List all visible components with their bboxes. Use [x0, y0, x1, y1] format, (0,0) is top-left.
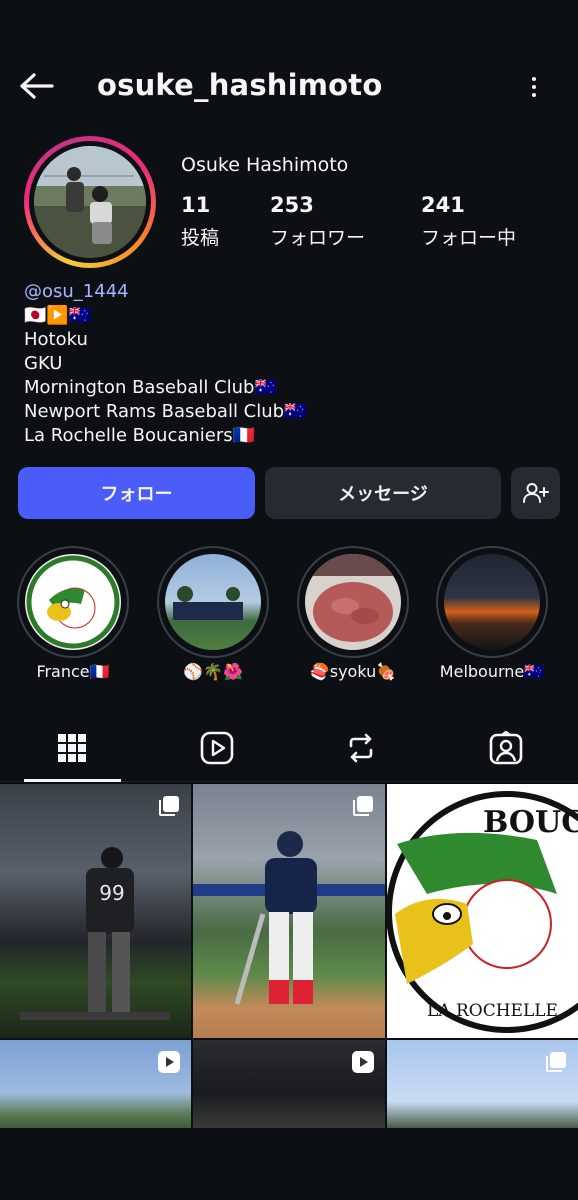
- post-thumbnail[interactable]: [193, 784, 385, 1038]
- stat-followers-count: 253: [270, 193, 314, 217]
- more-options-icon[interactable]: [524, 72, 544, 102]
- stat-followers[interactable]: 253 フォロワー: [270, 193, 365, 250]
- carousel-icon: [353, 796, 373, 816]
- highlight-baseball[interactable]: [157, 546, 269, 658]
- stat-following[interactable]: 241 フォロー中: [421, 193, 516, 250]
- highlight-france[interactable]: [17, 546, 129, 658]
- stat-following-count: 241: [421, 193, 465, 217]
- profile-bio: @osu_1444 🇯🇵▶️🇦🇺 Hotoku GKU Mornington B…: [24, 280, 306, 448]
- highlight-melbourne[interactable]: [436, 546, 548, 658]
- highlight-label: 🍣syoku🍖: [309, 662, 397, 681]
- reels-badge-icon: [158, 1051, 180, 1073]
- grid-icon: [58, 734, 86, 762]
- highlight-food-cover: [305, 554, 401, 650]
- reels-icon: [200, 731, 234, 765]
- logo-bottom-text: LA ROCHELLE: [427, 1001, 558, 1021]
- message-button[interactable]: メッセージ: [265, 467, 501, 519]
- tab-reels[interactable]: [197, 728, 237, 768]
- reels-badge-icon: [352, 1051, 374, 1073]
- post-thumbnail[interactable]: [193, 1040, 385, 1128]
- tab-posts-grid[interactable]: [52, 728, 92, 768]
- highlight-melbourne-cover: [444, 554, 540, 650]
- highlight-france-cover: [25, 554, 121, 650]
- carousel-icon: [159, 796, 179, 816]
- post-thumbnail[interactable]: [387, 1040, 578, 1128]
- post-thumbnail[interactable]: BOUCANIERS LA ROCHELLE: [387, 784, 578, 1038]
- highlight-baseball-cover: [165, 554, 261, 650]
- highlight-label: ⚾️🌴🌺: [183, 662, 243, 681]
- tab-tagged[interactable]: [486, 728, 526, 768]
- profile-tabs: [0, 718, 578, 782]
- back-arrow-icon[interactable]: [16, 68, 56, 104]
- avatar[interactable]: [24, 136, 156, 268]
- highlight-label: Melbourne🇦🇺: [439, 662, 545, 681]
- stat-posts[interactable]: 11 投稿: [181, 193, 219, 250]
- carousel-icon: [546, 1052, 566, 1072]
- jersey-number: 99: [99, 881, 124, 905]
- bio-line: GKU: [24, 353, 63, 374]
- stat-posts-count: 11: [181, 193, 211, 217]
- stat-posts-label: 投稿: [181, 227, 220, 249]
- threads-icon: @: [24, 281, 42, 302]
- active-tab-indicator: [24, 779, 121, 782]
- stat-following-label: フォロー中: [421, 227, 517, 249]
- follow-button[interactable]: フォロー: [18, 467, 255, 519]
- post-thumbnail[interactable]: [0, 1040, 191, 1128]
- threads-handle: osu_1444: [42, 281, 129, 302]
- profile-full-name: Osuke Hashimoto: [181, 154, 349, 176]
- highlight-label: France🇫🇷: [36, 662, 110, 681]
- bio-line: Mornington Baseball Club🇦🇺: [24, 377, 277, 398]
- threads-link[interactable]: @osu_1444: [24, 280, 306, 304]
- repost-icon: [349, 733, 373, 763]
- stat-followers-label: フォロワー: [270, 227, 366, 249]
- bio-line: La Rochelle Boucaniers🇫🇷: [24, 425, 256, 446]
- add-person-icon: [522, 483, 549, 503]
- suggest-user-button[interactable]: [511, 467, 560, 519]
- avatar-photo: [34, 146, 146, 258]
- bio-line: 🇯🇵▶️🇦🇺: [24, 305, 92, 326]
- tagged-icon: [489, 731, 523, 765]
- post-thumbnail[interactable]: 99: [0, 784, 191, 1038]
- top-bar: osuke_hashimoto: [0, 56, 578, 116]
- tab-reposts[interactable]: [341, 728, 381, 768]
- bio-line: Newport Rams Baseball Club🇦🇺: [24, 401, 307, 422]
- profile-username: osuke_hashimoto: [97, 68, 383, 102]
- bio-line: Hotoku: [24, 329, 88, 350]
- highlight-food[interactable]: [297, 546, 409, 658]
